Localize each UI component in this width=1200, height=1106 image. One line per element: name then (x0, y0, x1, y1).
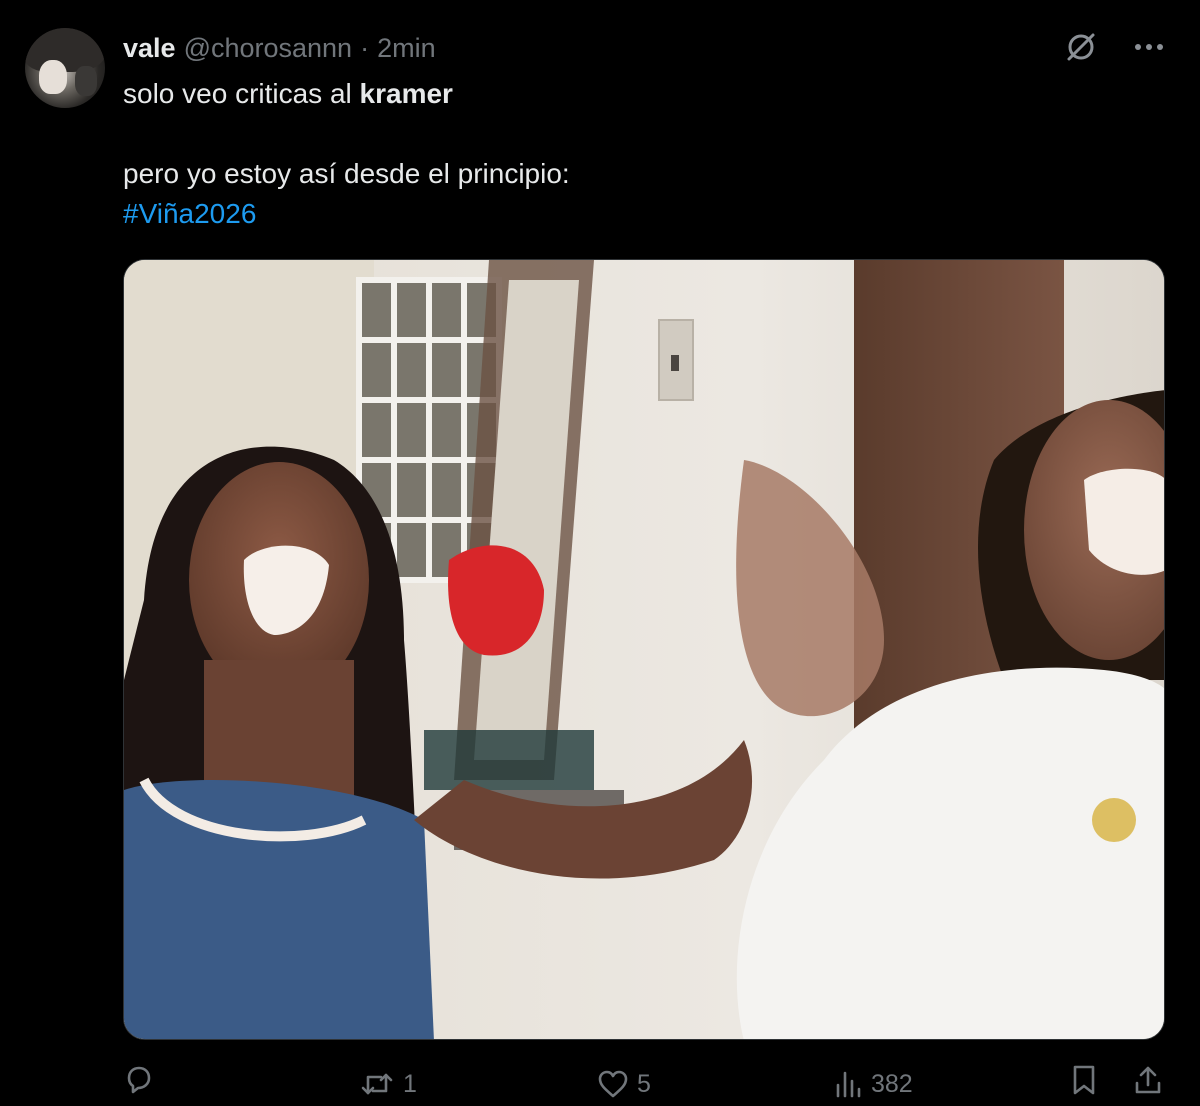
views-icon (833, 1069, 863, 1099)
tweet[interactable]: vale @chorosannn · 2min solo veo critica… (0, 0, 1200, 1106)
views-button[interactable]: 382 (833, 1064, 913, 1104)
share-button[interactable] (1132, 1064, 1164, 1096)
tweet-header: vale @chorosannn · 2min (123, 32, 436, 64)
retweet-button[interactable]: 1 (359, 1064, 417, 1104)
retweet-count: 1 (403, 1070, 417, 1098)
views-count: 382 (871, 1070, 913, 1098)
tweet-media-image[interactable] (123, 259, 1165, 1040)
hashtag-link[interactable]: #Viña2026 (123, 198, 256, 229)
retweet-icon (359, 1069, 395, 1099)
grok-icon[interactable] (1064, 30, 1098, 64)
tweet-bold-word: kramer (359, 78, 453, 109)
like-button[interactable]: 5 (597, 1064, 651, 1104)
bookmark-icon (1070, 1064, 1098, 1096)
timestamp[interactable]: 2min (377, 32, 436, 64)
avatar-hair (25, 28, 105, 72)
tweet-text: solo veo criticas al kramer pero yo esto… (123, 74, 1163, 234)
action-bar: 1 5 382 (123, 1064, 1168, 1106)
like-count: 5 (637, 1070, 651, 1098)
avatar-hand (75, 66, 97, 96)
avatar[interactable] (25, 28, 105, 108)
user-handle[interactable]: @chorosannn (184, 32, 353, 64)
heart-icon (597, 1069, 629, 1099)
share-icon (1132, 1064, 1164, 1096)
tweet-line-1: solo veo criticas al kramer (123, 74, 1163, 114)
avatar-face (39, 60, 67, 94)
tweet-line-1-text: solo veo criticas al (123, 78, 360, 109)
bookmark-button[interactable] (1070, 1064, 1098, 1096)
top-right-icons (1064, 30, 1164, 64)
reply-icon (123, 1064, 153, 1094)
display-name[interactable]: vale (123, 32, 176, 64)
more-icon[interactable] (1134, 42, 1164, 52)
separator-dot: · (360, 33, 370, 63)
reply-button[interactable] (123, 1064, 153, 1094)
tweet-line-2: pero yo estoy así desde el principio: (123, 158, 570, 189)
